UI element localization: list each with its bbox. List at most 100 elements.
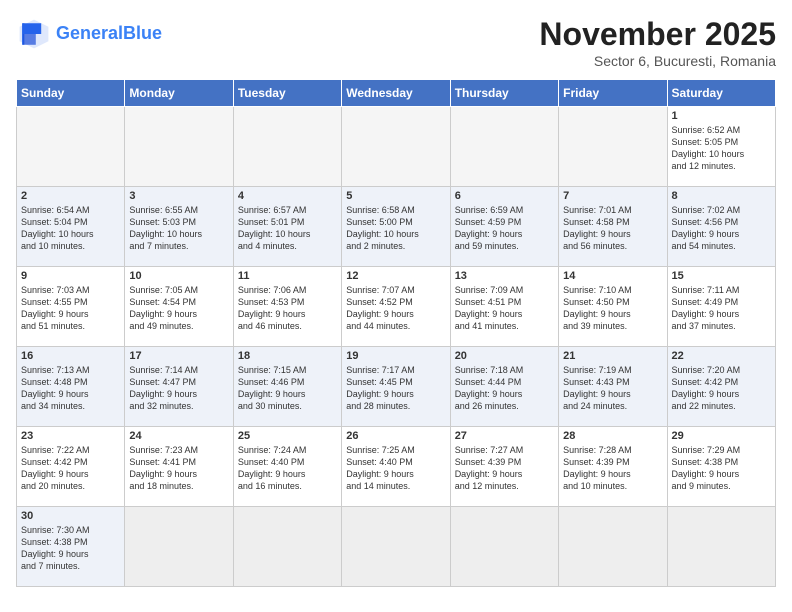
calendar-cell: 28 Sunrise: 7:28 AM Sunset: 4:39 PM Dayli… (559, 427, 667, 507)
calendar-cell: 2 Sunrise: 6:54 AM Sunset: 5:04 PM Daylig… (17, 187, 125, 267)
day-info: Sunrise: 7:02 AM Sunset: 4:56 PM Dayligh… (672, 204, 771, 253)
day-info: Sunrise: 7:18 AM Sunset: 4:44 PM Dayligh… (455, 364, 554, 413)
calendar-cell: 3 Sunrise: 6:55 AM Sunset: 5:03 PM Daylig… (125, 187, 233, 267)
calendar-cell: 5 Sunrise: 6:58 AM Sunset: 5:00 PM Daylig… (342, 187, 450, 267)
calendar-cell (233, 107, 341, 187)
day-number: 3 (129, 190, 228, 202)
day-info: Sunrise: 7:20 AM Sunset: 4:42 PM Dayligh… (672, 364, 771, 413)
day-info: Sunrise: 7:06 AM Sunset: 4:53 PM Dayligh… (238, 284, 337, 333)
calendar-cell (17, 107, 125, 187)
day-number: 27 (455, 430, 554, 442)
day-number: 17 (129, 350, 228, 362)
day-number: 15 (672, 270, 771, 282)
calendar-week-row: 2 Sunrise: 6:54 AM Sunset: 5:04 PM Daylig… (17, 187, 776, 267)
page-header: GeneralBlue November 2025 Sector 6, Bucu… (16, 16, 776, 69)
day-number: 21 (563, 350, 662, 362)
title-block: November 2025 Sector 6, Bucuresti, Roman… (539, 16, 776, 69)
calendar-week-row: 30 Sunrise: 7:30 AM Sunset: 4:38 PM Dayli… (17, 507, 776, 587)
day-number: 19 (346, 350, 445, 362)
day-info: Sunrise: 7:03 AM Sunset: 4:55 PM Dayligh… (21, 284, 120, 333)
calendar-cell: 30 Sunrise: 7:30 AM Sunset: 4:38 PM Dayli… (17, 507, 125, 587)
day-number: 1 (672, 110, 771, 122)
calendar-cell: 27 Sunrise: 7:27 AM Sunset: 4:39 PM Dayli… (450, 427, 558, 507)
day-number: 7 (563, 190, 662, 202)
day-number: 28 (563, 430, 662, 442)
day-info: Sunrise: 7:05 AM Sunset: 4:54 PM Dayligh… (129, 284, 228, 333)
day-number: 5 (346, 190, 445, 202)
day-number: 20 (455, 350, 554, 362)
location: Sector 6, Bucuresti, Romania (539, 53, 776, 69)
calendar-table: SundayMondayTuesdayWednesdayThursdayFrid… (16, 79, 776, 587)
day-number: 26 (346, 430, 445, 442)
day-number: 18 (238, 350, 337, 362)
day-info: Sunrise: 7:27 AM Sunset: 4:39 PM Dayligh… (455, 444, 554, 493)
day-info: Sunrise: 7:15 AM Sunset: 4:46 PM Dayligh… (238, 364, 337, 413)
day-info: Sunrise: 7:28 AM Sunset: 4:39 PM Dayligh… (563, 444, 662, 493)
header-day-saturday: Saturday (667, 80, 775, 107)
calendar-cell: 10 Sunrise: 7:05 AM Sunset: 4:54 PM Dayli… (125, 267, 233, 347)
day-number: 16 (21, 350, 120, 362)
day-info: Sunrise: 7:13 AM Sunset: 4:48 PM Dayligh… (21, 364, 120, 413)
calendar-cell (559, 107, 667, 187)
day-info: Sunrise: 6:59 AM Sunset: 4:59 PM Dayligh… (455, 204, 554, 253)
calendar-cell: 22Sunrise: 7:20 AM Sunset: 4:42 PM Dayli… (667, 347, 775, 427)
day-info: Sunrise: 7:30 AM Sunset: 4:38 PM Dayligh… (21, 524, 120, 573)
calendar-cell: 21 Sunrise: 7:19 AM Sunset: 4:43 PM Dayli… (559, 347, 667, 427)
calendar-cell: 12 Sunrise: 7:07 AM Sunset: 4:52 PM Dayli… (342, 267, 450, 347)
calendar-header: SundayMondayTuesdayWednesdayThursdayFrid… (17, 80, 776, 107)
calendar-week-row: 16 Sunrise: 7:13 AM Sunset: 4:48 PM Dayli… (17, 347, 776, 427)
calendar-cell: 4 Sunrise: 6:57 AM Sunset: 5:01 PM Daylig… (233, 187, 341, 267)
header-row: SundayMondayTuesdayWednesdayThursdayFrid… (17, 80, 776, 107)
calendar-cell: 11 Sunrise: 7:06 AM Sunset: 4:53 PM Dayli… (233, 267, 341, 347)
calendar-cell: 26Sunrise: 7:25 AM Sunset: 4:40 PM Dayli… (342, 427, 450, 507)
calendar-cell (125, 107, 233, 187)
day-number: 10 (129, 270, 228, 282)
day-info: Sunrise: 7:22 AM Sunset: 4:42 PM Dayligh… (21, 444, 120, 493)
day-number: 11 (238, 270, 337, 282)
day-number: 12 (346, 270, 445, 282)
day-number: 4 (238, 190, 337, 202)
day-info: Sunrise: 6:52 AM Sunset: 5:05 PM Dayligh… (672, 124, 771, 173)
calendar-week-row: 23 Sunrise: 7:22 AM Sunset: 4:42 PM Dayli… (17, 427, 776, 507)
day-info: Sunrise: 6:58 AM Sunset: 5:00 PM Dayligh… (346, 204, 445, 253)
day-number: 9 (21, 270, 120, 282)
calendar-week-row: 9 Sunrise: 7:03 AM Sunset: 4:55 PM Daylig… (17, 267, 776, 347)
calendar-body: 1 Sunrise: 6:52 AM Sunset: 5:05 PM Daylig… (17, 107, 776, 587)
day-number: 6 (455, 190, 554, 202)
day-info: Sunrise: 7:07 AM Sunset: 4:52 PM Dayligh… (346, 284, 445, 333)
calendar-cell: 19Sunrise: 7:17 AM Sunset: 4:45 PM Dayli… (342, 347, 450, 427)
day-number: 30 (21, 510, 120, 522)
day-number: 25 (238, 430, 337, 442)
logo: GeneralBlue (16, 16, 162, 52)
calendar-cell: 13Sunrise: 7:09 AM Sunset: 4:51 PM Dayli… (450, 267, 558, 347)
day-info: Sunrise: 7:14 AM Sunset: 4:47 PM Dayligh… (129, 364, 228, 413)
calendar-cell (233, 507, 341, 587)
day-info: Sunrise: 7:23 AM Sunset: 4:41 PM Dayligh… (129, 444, 228, 493)
header-day-tuesday: Tuesday (233, 80, 341, 107)
calendar-cell: 14Sunrise: 7:10 AM Sunset: 4:50 PM Dayli… (559, 267, 667, 347)
logo-text: GeneralBlue (56, 24, 162, 44)
day-info: Sunrise: 6:54 AM Sunset: 5:04 PM Dayligh… (21, 204, 120, 253)
calendar-cell (342, 107, 450, 187)
calendar-cell: 7Sunrise: 7:01 AM Sunset: 4:58 PM Daylig… (559, 187, 667, 267)
calendar-cell: 15Sunrise: 7:11 AM Sunset: 4:49 PM Dayli… (667, 267, 775, 347)
calendar-cell: 1 Sunrise: 6:52 AM Sunset: 5:05 PM Daylig… (667, 107, 775, 187)
header-day-sunday: Sunday (17, 80, 125, 107)
logo-icon (16, 16, 52, 52)
calendar-cell (559, 507, 667, 587)
day-info: Sunrise: 7:19 AM Sunset: 4:43 PM Dayligh… (563, 364, 662, 413)
calendar-cell: 6 Sunrise: 6:59 AM Sunset: 4:59 PM Daylig… (450, 187, 558, 267)
day-number: 2 (21, 190, 120, 202)
day-number: 23 (21, 430, 120, 442)
calendar-cell: 25Sunrise: 7:24 AM Sunset: 4:40 PM Dayli… (233, 427, 341, 507)
day-info: Sunrise: 6:57 AM Sunset: 5:01 PM Dayligh… (238, 204, 337, 253)
calendar-cell (667, 507, 775, 587)
day-number: 24 (129, 430, 228, 442)
calendar-cell (125, 507, 233, 587)
day-info: Sunrise: 7:09 AM Sunset: 4:51 PM Dayligh… (455, 284, 554, 333)
calendar-cell: 24 Sunrise: 7:23 AM Sunset: 4:41 PM Dayli… (125, 427, 233, 507)
day-info: Sunrise: 7:29 AM Sunset: 4:38 PM Dayligh… (672, 444, 771, 493)
calendar-cell (450, 507, 558, 587)
calendar-cell: 20 Sunrise: 7:18 AM Sunset: 4:44 PM Dayli… (450, 347, 558, 427)
day-info: Sunrise: 6:55 AM Sunset: 5:03 PM Dayligh… (129, 204, 228, 253)
